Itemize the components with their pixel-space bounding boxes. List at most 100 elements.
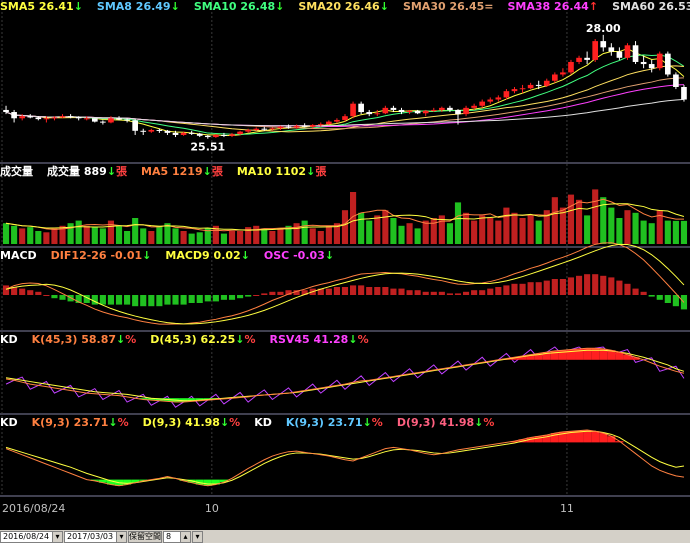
volume-bar	[406, 223, 413, 244]
legend-suffix: %	[244, 333, 256, 346]
macd-osc-bar	[600, 275, 607, 295]
legend-value: 889	[83, 165, 107, 178]
macd-osc-bar	[624, 283, 631, 295]
candle-body	[261, 128, 268, 130]
volume-bar	[293, 223, 300, 244]
macd-osc-bar	[487, 288, 494, 295]
candle-body	[164, 130, 171, 133]
legend-label: D(45,3)	[150, 333, 197, 346]
reserve-space-input[interactable]: 8	[163, 531, 181, 543]
legend-item: SMA60 26.53↓	[612, 0, 690, 13]
legend-value: -0.03	[293, 249, 325, 262]
low-price-label: 25.51	[190, 141, 225, 154]
legend-suffix: %	[117, 416, 129, 429]
volume-bar	[11, 225, 18, 244]
legend-item: D(9,3) 41.98↓%	[143, 416, 241, 429]
down-arrow-icon: ↓	[170, 0, 180, 13]
legend-item: SMA5 26.41↓	[0, 0, 83, 13]
legend-suffix: %	[483, 416, 495, 429]
volume-bar	[43, 232, 50, 244]
volume-bar	[519, 218, 526, 244]
time-axis-label: 2016/08/24	[2, 502, 65, 515]
spin-up-icon[interactable]: ▴	[180, 531, 191, 543]
macd-osc-bar	[398, 288, 405, 295]
legend-label: MACD	[0, 249, 37, 262]
volume-bar	[511, 212, 518, 244]
macd-osc-bar	[253, 295, 260, 296]
macd-osc-bar	[366, 287, 373, 295]
legend-item: SMA8 26.49↓	[97, 0, 180, 13]
macd-osc-bar	[35, 291, 42, 295]
macd-osc-bar	[608, 277, 615, 295]
macd-osc-bar	[107, 295, 115, 305]
macd-osc-bar	[438, 291, 445, 295]
legend-value: 62.25	[200, 333, 236, 346]
candle-body	[463, 107, 469, 115]
candle-body	[334, 119, 340, 122]
legend-item: K(45,3) 58.87↓%	[32, 333, 137, 346]
legend-value: 26.41	[38, 0, 74, 13]
legend-item: MA5 1219↓張	[141, 165, 223, 178]
macd-osc-bar	[172, 295, 179, 305]
candle-body	[285, 126, 292, 128]
macd-osc-bar	[567, 277, 575, 295]
legend-value: 26.49	[135, 0, 171, 13]
volume-bar	[220, 233, 228, 244]
volume-bar	[27, 227, 34, 244]
overbought-fill	[591, 431, 600, 443]
legend-value: 41.28	[313, 333, 349, 346]
spin-down-icon[interactable]: ▾	[192, 531, 203, 543]
macd-osc-bar	[325, 288, 332, 295]
date-to-dropdown-icon[interactable]: ▾	[116, 531, 127, 543]
legend-item: MA10 1102↓張	[237, 165, 326, 178]
macd-osc-bar	[511, 283, 518, 295]
chart-canvas[interactable]: 28.0025.512016/08/24101112	[0, 0, 690, 543]
time-axis-label: 11	[560, 502, 574, 515]
candle-body	[83, 118, 90, 120]
macd-osc-bar	[59, 295, 66, 300]
macd-osc-bar	[527, 282, 534, 295]
candle-body	[3, 109, 9, 113]
candle-body	[277, 126, 284, 129]
date-to-field[interactable]: 2017/03/03	[64, 531, 118, 543]
volume-bar	[527, 215, 534, 244]
candle-body	[27, 116, 34, 118]
legend-value: 1102	[275, 165, 307, 178]
kd45-legend: KD K(45,3) 58.87↓% D(45,3) 62.25↓% RSV45 41…	[0, 333, 690, 347]
volume-bar	[454, 202, 462, 244]
candle-body	[245, 129, 251, 132]
macd-osc-bar	[164, 295, 171, 305]
reserve-space-button[interactable]: 保留空間	[128, 531, 162, 543]
candle-body	[221, 134, 227, 136]
candle-body	[616, 51, 623, 58]
down-arrow-icon: ↓	[306, 165, 316, 178]
legend-suffix: %	[371, 416, 383, 429]
candle-body	[124, 119, 130, 121]
macd-osc-bar	[132, 295, 139, 307]
volume-bar	[503, 207, 510, 244]
candle-body	[100, 121, 106, 123]
candle-body	[584, 57, 590, 60]
volume-bar	[430, 218, 437, 244]
candle-body	[35, 117, 42, 120]
candle-body	[91, 118, 98, 122]
legend-unit: 張	[211, 165, 223, 178]
candle-body	[455, 109, 461, 115]
date-from-field[interactable]: 2016/08/24	[0, 531, 54, 543]
legend-item: SMA10 26.48↓	[194, 0, 285, 13]
legend-value: 41.98	[439, 416, 475, 429]
macd-osc-bar	[99, 295, 106, 305]
macd-osc-bar	[237, 295, 244, 299]
down-arrow-icon: ↓	[379, 0, 389, 13]
down-arrow-icon: ↓	[219, 416, 230, 429]
macd-osc-bar	[261, 293, 268, 295]
legend-item: MACD9 0.02↓	[165, 249, 250, 262]
legend-label: K(9,3)	[31, 416, 70, 429]
candle-body	[495, 97, 502, 100]
date-from-dropdown-icon[interactable]: ▾	[52, 531, 63, 543]
volume-bar	[414, 228, 421, 244]
legend-item: K(9,3) 23.71↓%	[32, 416, 129, 429]
candle-body	[640, 61, 647, 65]
legend-value: -0.01	[110, 249, 143, 262]
volume-bar	[616, 218, 623, 244]
